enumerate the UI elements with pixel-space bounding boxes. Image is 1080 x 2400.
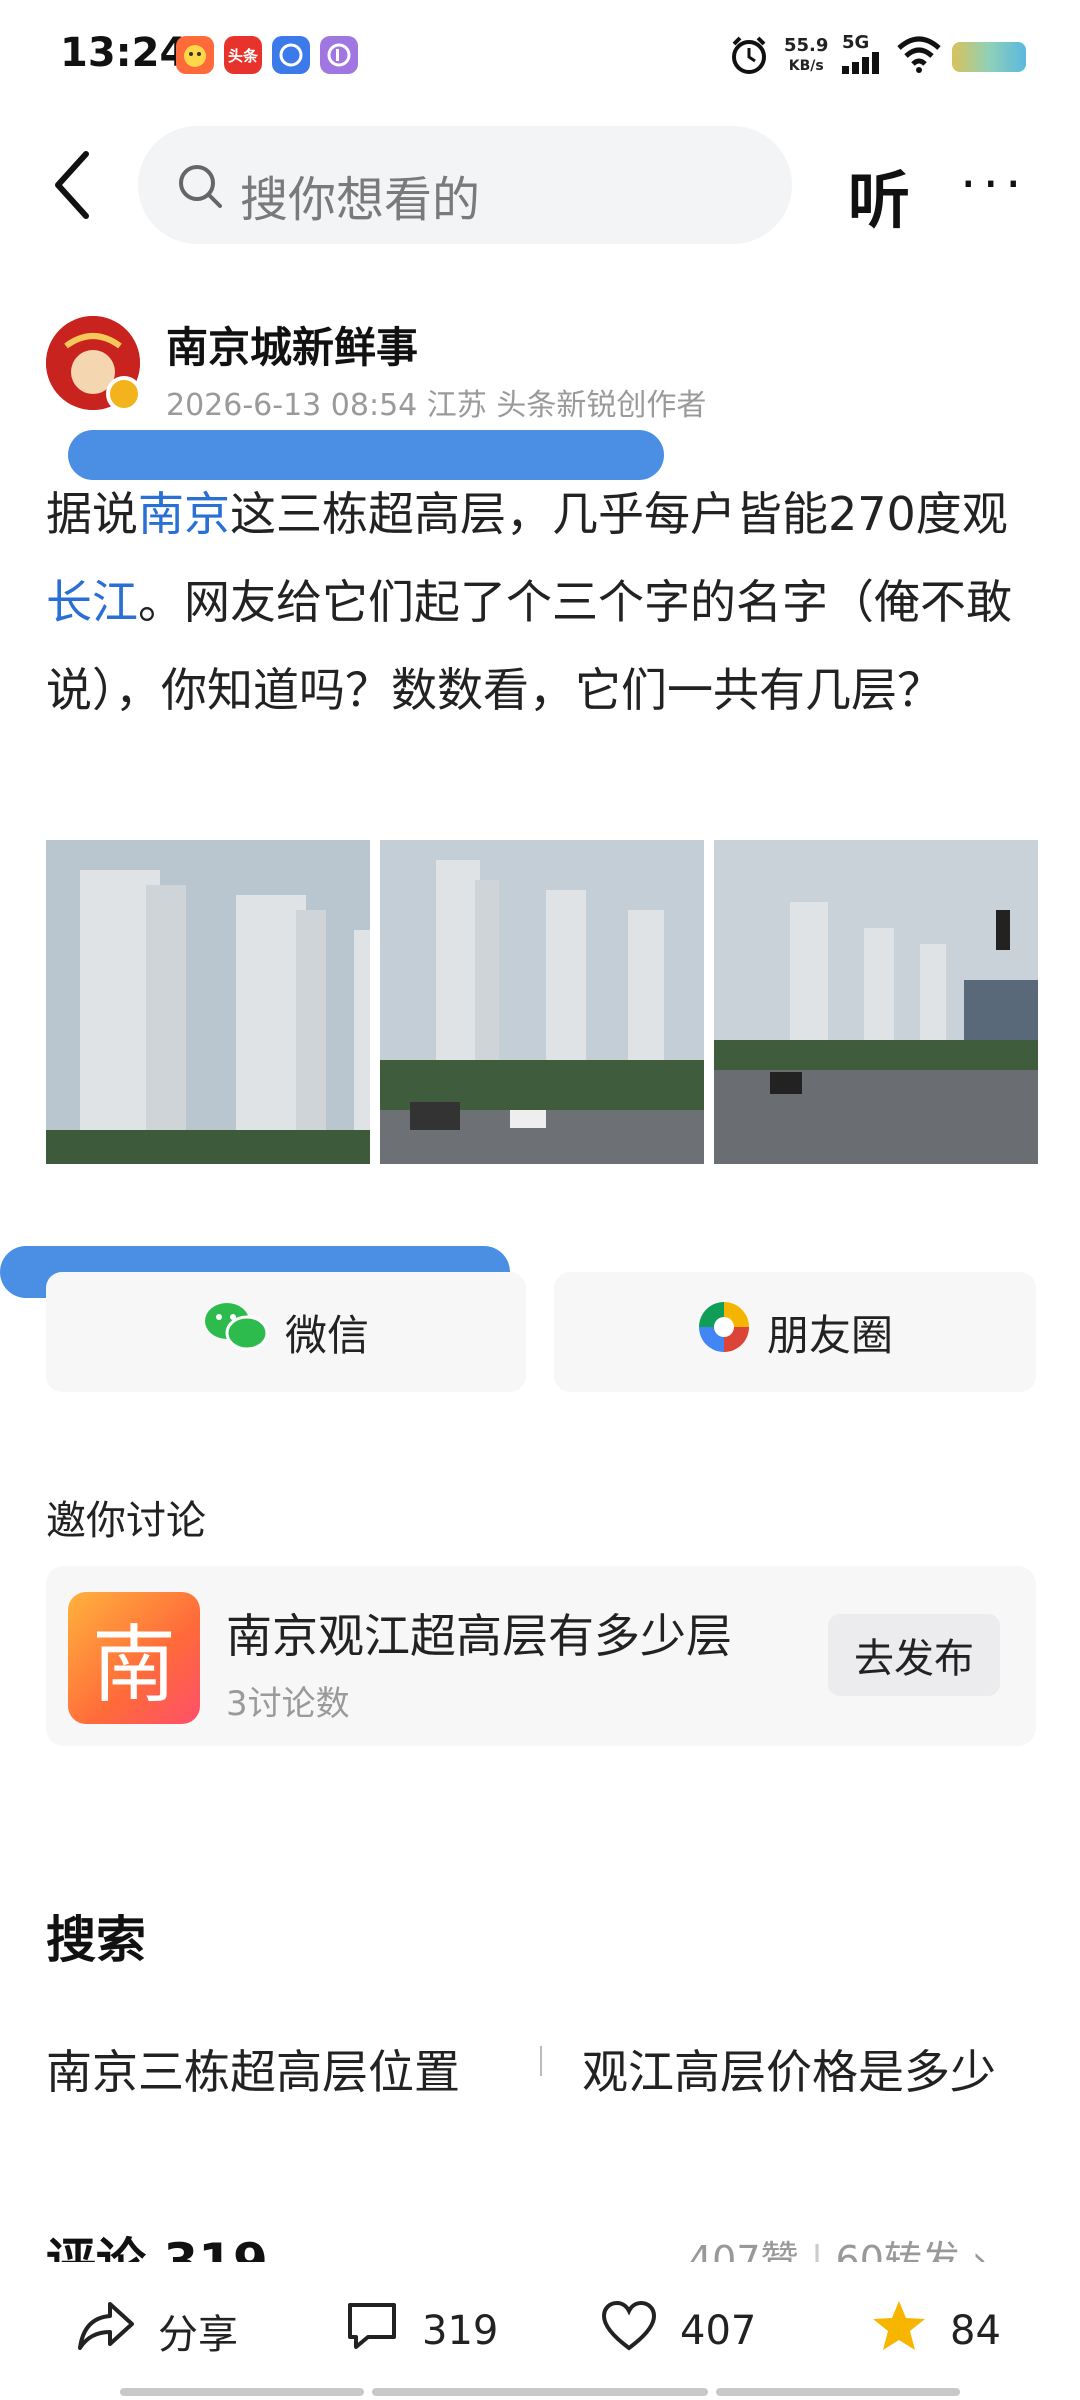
home-indicator [120, 2388, 364, 2396]
share-moments-button[interactable]: 朋友圈 [554, 1272, 1036, 1392]
post-location: 江苏 [426, 388, 487, 423]
heart-icon [600, 2300, 658, 2362]
keyword-link[interactable]: 南京 [138, 487, 230, 541]
status-time: 13:24 [60, 30, 188, 76]
topic-count: 3讨论数 [226, 1684, 350, 1724]
cloud-app-icon [272, 36, 310, 74]
listen-button[interactable]: 听 [848, 150, 910, 240]
game-app-icon [176, 36, 214, 74]
comment-count: 319 [422, 2308, 499, 2354]
moments-icon [697, 1300, 751, 1364]
wechat-icon [203, 1299, 269, 1365]
chevron-right-icon: › [971, 2238, 988, 2262]
video-app-icon [320, 36, 358, 74]
share-button[interactable]: 分享 [76, 2298, 238, 2364]
share-icon [76, 2298, 136, 2364]
author-name[interactable]: 南京城新鲜事 [166, 314, 418, 375]
comments-reposts: 60转发 [835, 2238, 960, 2262]
share-moments-label: 朋友圈 [766, 1310, 893, 1360]
search-placeholder[interactable]: 搜你想看的 [240, 160, 480, 230]
search-icon [176, 162, 224, 214]
favorite-count: 84 [950, 2308, 1001, 2354]
wifi-icon [896, 36, 942, 78]
post-text: 据说南京这三栋超高层，几乎每户皆能270度观长江。网友给它们起了个三个字的名字（… [46, 470, 1026, 734]
publish-button[interactable]: 去发布 [828, 1614, 1000, 1696]
verified-badge-icon [106, 376, 142, 412]
signal-icon [842, 52, 886, 78]
search-suggestion[interactable]: 南京三栋超高层位置 [46, 2036, 460, 2102]
more-button[interactable]: ··· [960, 155, 1028, 215]
post-text-part: 。网友给它们起了个三个字的名字（俺不敢说），你知道吗？数数看，它们一共有几层？ [46, 575, 1012, 717]
comments-stats: 407赞 | 60转发 › [688, 2232, 987, 2262]
search-section-heading: 搜索 [46, 1911, 146, 1969]
author-meta: 2026-6-13 08:54 江苏 头条新锐创作者 [166, 380, 706, 424]
comments-heading: 评论 319 [46, 2233, 268, 2262]
share-wechat-button[interactable]: 微信 [46, 1272, 526, 1392]
like-button[interactable]: 407 [600, 2298, 756, 2364]
home-indicator [716, 2388, 960, 2396]
alarm-icon [728, 34, 770, 80]
topic-title[interactable]: 南京观江超高层有多少层 [226, 1600, 732, 1666]
suggestion-divider [540, 2046, 542, 2076]
home-indicator [372, 2388, 708, 2396]
star-icon [870, 2298, 928, 2364]
post-date: 2026-6-13 08:54 [166, 388, 418, 423]
comment-button[interactable]: 319 [344, 2298, 498, 2364]
back-button[interactable] [52, 150, 92, 220]
post-text-part: 据说 [46, 487, 138, 541]
favorite-button[interactable]: 84 [870, 2298, 1001, 2364]
toutiao-app-icon: 头条 [224, 36, 262, 74]
topic-icon: 南 [68, 1592, 200, 1724]
share-label: 分享 [158, 2312, 238, 2358]
discussion-heading: 邀你讨论 [46, 1498, 206, 1544]
like-count: 407 [680, 2308, 757, 2354]
net-speed: 55.9 KB/s [784, 35, 829, 75]
comments-likes: 407赞 [688, 2238, 799, 2262]
post-text-part: 这三栋超高层，几乎每户皆能270度观 [230, 487, 1008, 541]
comment-icon [344, 2299, 400, 2363]
post-photo[interactable] [380, 840, 704, 1164]
keyword-link[interactable]: 长江 [46, 575, 138, 629]
author-title: 头条新锐创作者 [496, 388, 707, 423]
post-photo[interactable] [46, 840, 370, 1164]
battery-icon [952, 42, 1026, 72]
search-suggestion[interactable]: 观江高层价格是多少 [582, 2036, 996, 2102]
network-type: 5G [842, 32, 870, 53]
post-photo[interactable] [714, 840, 1038, 1164]
share-wechat-label: 微信 [284, 1310, 369, 1360]
stats-divider: | [810, 2238, 824, 2262]
